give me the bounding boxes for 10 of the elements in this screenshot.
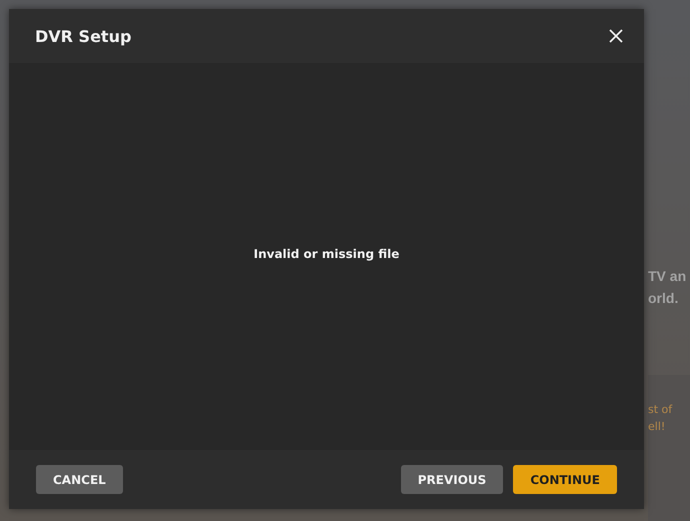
dialog-button[interactable]: CANCEL	[36, 465, 123, 494]
continue-button[interactable]: CONTINUE	[513, 465, 617, 494]
dialog-title: DVR Setup	[35, 26, 132, 46]
intro-text: orld.	[648, 290, 680, 306]
error-message: Invalid or missing file	[254, 246, 400, 260]
close-icon[interactable]	[608, 28, 624, 44]
intro-text: TV an	[648, 268, 688, 284]
promo-text: ell!	[648, 420, 666, 433]
promo-text: st of	[648, 403, 674, 416]
dialog-button[interactable]: PREVIOUS	[400, 465, 504, 494]
